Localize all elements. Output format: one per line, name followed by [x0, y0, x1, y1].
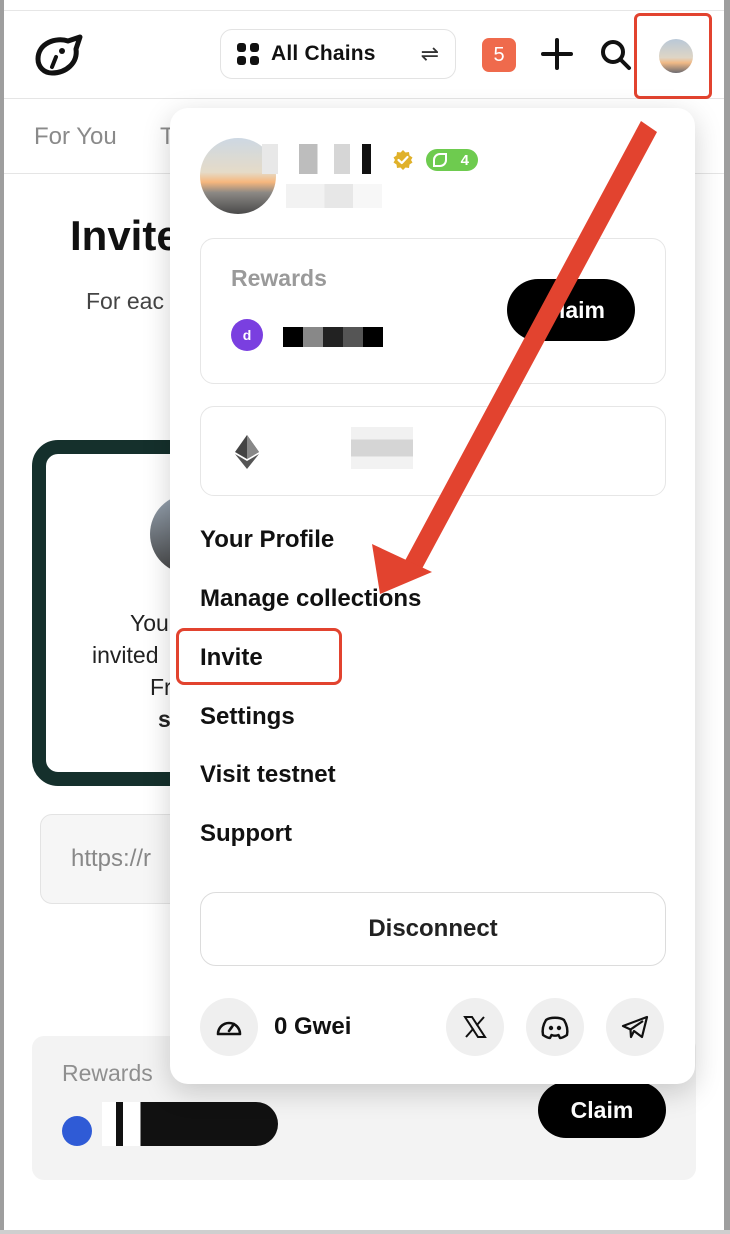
bird-logo-icon[interactable] — [32, 33, 84, 77]
plus-icon[interactable] — [540, 37, 574, 71]
rewards-card: Rewards d Claim — [200, 238, 666, 384]
top-header: All Chains ⇌ 5 — [4, 11, 724, 99]
account-dropdown-menu: 4 Rewards d Claim Your Profile Manage co… — [170, 108, 695, 1084]
menu-item-support[interactable]: Support — [200, 820, 292, 848]
card-text: Fr — [150, 674, 172, 700]
claim-rewards-button[interactable]: Claim — [507, 279, 635, 341]
gas-price: 0 Gwei — [274, 1013, 352, 1040]
card-text: invited — [92, 642, 159, 668]
card-text: s — [158, 706, 171, 732]
page-title: Invite — [70, 212, 180, 259]
eth-balance-card[interactable] — [200, 406, 666, 496]
invite-link-text: https://r — [71, 845, 152, 872]
card-text: You — [130, 610, 169, 636]
redacted-reward-amount — [283, 327, 383, 347]
rewards-label: Rewards — [231, 265, 327, 291]
level-badge: 4 — [426, 149, 478, 171]
telegram-icon — [621, 1015, 649, 1039]
menu-item-your-profile[interactable]: Your Profile — [200, 526, 334, 554]
redacted-amount — [102, 1102, 278, 1146]
reward-token-icon: d — [231, 319, 263, 351]
chain-selector[interactable]: All Chains ⇌ — [220, 29, 456, 79]
frame-bottom — [0, 1230, 730, 1234]
verified-badge-icon — [393, 150, 413, 170]
chain-selector-label: All Chains — [271, 42, 376, 65]
avatar[interactable] — [659, 39, 693, 73]
x-twitter-button[interactable] — [446, 998, 504, 1056]
tab-for-you[interactable]: For You — [34, 123, 117, 151]
rewards-label: Rewards — [62, 1060, 153, 1086]
swap-arrows-icon: ⇌ — [420, 41, 439, 66]
notification-badge[interactable]: 5 — [482, 38, 516, 72]
redacted-handle — [286, 184, 382, 208]
frame-right — [724, 0, 730, 1234]
disconnect-button[interactable]: Disconnect — [200, 892, 666, 966]
claim-button[interactable]: Claim — [538, 1082, 666, 1138]
menu-item-settings[interactable]: Settings — [200, 703, 295, 731]
discord-button[interactable] — [526, 998, 584, 1056]
redacted-balance — [351, 427, 413, 469]
invite-highlight-box — [176, 628, 342, 685]
discord-icon — [541, 1016, 569, 1040]
redacted-username — [262, 144, 378, 174]
grid-icon — [237, 43, 259, 65]
page-subtitle: For eac — [86, 288, 164, 314]
ethereum-icon — [235, 435, 259, 469]
token-icon — [62, 1116, 92, 1146]
menu-item-visit-testnet[interactable]: Visit testnet — [200, 761, 336, 789]
menu-item-manage-collections[interactable]: Manage collections — [200, 585, 421, 613]
x-logo-icon — [463, 1016, 487, 1038]
telegram-button[interactable] — [606, 998, 664, 1056]
gauge-icon — [216, 1021, 242, 1036]
level-value: 4 — [460, 151, 469, 169]
frame-left — [0, 0, 4, 1234]
leaf-icon — [433, 153, 447, 167]
avatar-highlight-box — [634, 13, 712, 99]
search-icon[interactable] — [600, 39, 632, 71]
gas-gauge-button[interactable] — [200, 998, 258, 1056]
menu-footer: 0 Gwei — [200, 998, 666, 1056]
